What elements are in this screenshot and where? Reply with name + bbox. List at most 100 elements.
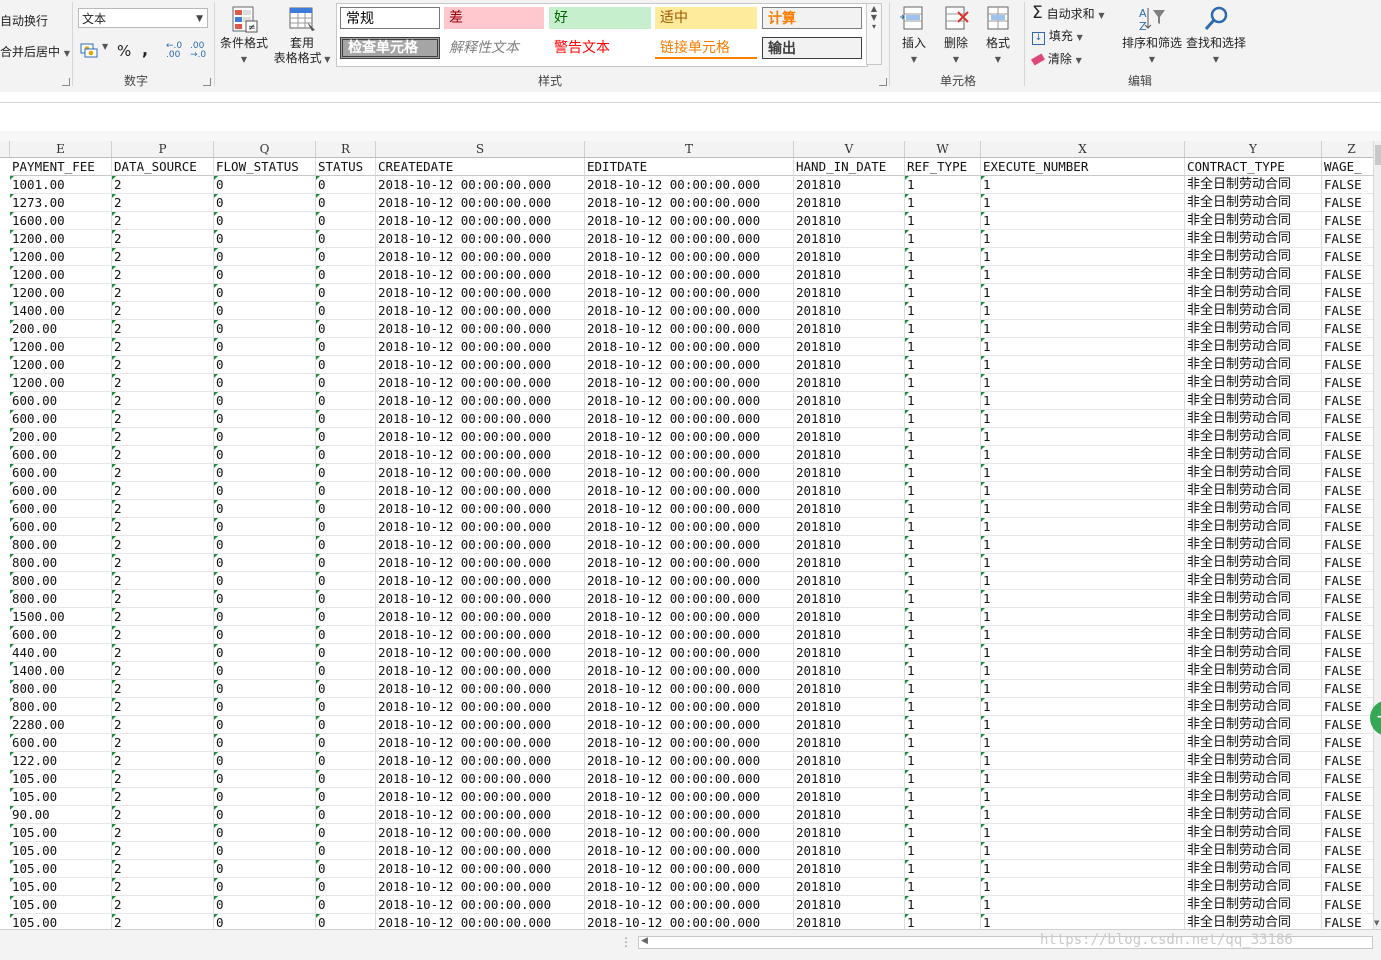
error-indicator-icon[interactable]	[905, 554, 909, 558]
cell-execute-number[interactable]: 1	[981, 716, 1185, 734]
cell-createdate[interactable]: 2018-10-12 00:00:00.000	[376, 482, 585, 500]
cell-flow-status[interactable]: 0	[214, 914, 316, 929]
cell-status[interactable]: 0	[316, 212, 376, 230]
cell-data-source[interactable]: 2	[112, 284, 214, 302]
merge-center-button[interactable]: 合并后居中 ▼	[0, 43, 70, 60]
cell-createdate[interactable]: 2018-10-12 00:00:00.000	[376, 356, 585, 374]
error-indicator-icon[interactable]	[10, 428, 14, 432]
error-indicator-icon[interactable]	[905, 896, 909, 900]
column-header-X[interactable]: X	[981, 141, 1185, 157]
cell-status[interactable]: 0	[316, 788, 376, 806]
cell-ref-type[interactable]: 1	[905, 896, 981, 914]
error-indicator-icon[interactable]	[981, 806, 985, 810]
header-cell-status[interactable]: STATUS	[316, 158, 376, 176]
cell-hand-in-date[interactable]: 201810	[794, 446, 905, 464]
error-indicator-icon[interactable]	[214, 860, 218, 864]
error-indicator-icon[interactable]	[214, 608, 218, 612]
cell-status[interactable]: 0	[316, 536, 376, 554]
cell-payment-fee[interactable]: 600.00	[10, 464, 112, 482]
cell-ref-type[interactable]: 1	[905, 356, 981, 374]
cell-contract-type[interactable]: 非全日制劳动合同	[1185, 770, 1322, 788]
cell-contract-type[interactable]: 非全日制劳动合同	[1185, 572, 1322, 590]
error-indicator-icon[interactable]	[214, 176, 218, 180]
cell-wage[interactable]: FALSE	[1322, 374, 1373, 392]
cell-wage[interactable]: FALSE	[1322, 824, 1373, 842]
cell-contract-type[interactable]: 非全日制劳动合同	[1185, 338, 1322, 356]
cell-payment-fee[interactable]: 800.00	[10, 554, 112, 572]
find-select-button[interactable]: 查找和选择 ▼	[1184, 4, 1248, 67]
error-indicator-icon[interactable]	[905, 824, 909, 828]
error-indicator-icon[interactable]	[905, 302, 909, 306]
error-indicator-icon[interactable]	[10, 734, 14, 738]
cell-contract-type[interactable]: 非全日制劳动合同	[1185, 248, 1322, 266]
cell-flow-status[interactable]: 0	[214, 320, 316, 338]
cell-ref-type[interactable]: 1	[905, 680, 981, 698]
cell-flow-status[interactable]: 0	[214, 770, 316, 788]
cell-data-source[interactable]: 2	[112, 500, 214, 518]
cell-ref-type[interactable]: 1	[905, 248, 981, 266]
error-indicator-icon[interactable]	[981, 608, 985, 612]
error-indicator-icon[interactable]	[10, 230, 14, 234]
error-indicator-icon[interactable]	[214, 806, 218, 810]
error-indicator-icon[interactable]	[981, 374, 985, 378]
sort-filter-button[interactable]: AZ 排序和筛选 ▼	[1120, 4, 1184, 67]
error-indicator-icon[interactable]	[112, 698, 116, 702]
cell-contract-type[interactable]: 非全日制劳动合同	[1185, 392, 1322, 410]
cell-wage[interactable]: FALSE	[1322, 662, 1373, 680]
cell-hand-in-date[interactable]: 201810	[794, 500, 905, 518]
cell-payment-fee[interactable]: 600.00	[10, 734, 112, 752]
error-indicator-icon[interactable]	[316, 572, 320, 576]
error-indicator-icon[interactable]	[981, 230, 985, 234]
vertical-scrollbar[interactable]: ▼	[1373, 141, 1381, 929]
error-indicator-icon[interactable]	[981, 212, 985, 216]
error-indicator-icon[interactable]	[316, 590, 320, 594]
cell-data-source[interactable]: 2	[112, 860, 214, 878]
error-indicator-icon[interactable]	[316, 536, 320, 540]
error-indicator-icon[interactable]	[316, 860, 320, 864]
error-indicator-icon[interactable]	[214, 554, 218, 558]
error-indicator-icon[interactable]	[981, 194, 985, 198]
error-indicator-icon[interactable]	[981, 446, 985, 450]
error-indicator-icon[interactable]	[10, 788, 14, 792]
error-indicator-icon[interactable]	[214, 338, 218, 342]
cell-createdate[interactable]: 2018-10-12 00:00:00.000	[376, 860, 585, 878]
cell-data-source[interactable]: 2	[112, 842, 214, 860]
cell-ref-type[interactable]: 1	[905, 662, 981, 680]
cell-data-source[interactable]: 2	[112, 806, 214, 824]
cell-status[interactable]: 0	[316, 302, 376, 320]
cell-ref-type[interactable]: 1	[905, 608, 981, 626]
cell-hand-in-date[interactable]: 201810	[794, 338, 905, 356]
cell-data-source[interactable]: 2	[112, 698, 214, 716]
cell-payment-fee[interactable]: 105.00	[10, 770, 112, 788]
cell-hand-in-date[interactable]: 201810	[794, 860, 905, 878]
error-indicator-icon[interactable]	[112, 266, 116, 270]
cell-data-source[interactable]: 2	[112, 194, 214, 212]
error-indicator-icon[interactable]	[316, 896, 320, 900]
cell-contract-type[interactable]: 非全日制劳动合同	[1185, 878, 1322, 896]
error-indicator-icon[interactable]	[112, 176, 116, 180]
cell-status[interactable]: 0	[316, 734, 376, 752]
cell-status[interactable]: 0	[316, 698, 376, 716]
error-indicator-icon[interactable]	[112, 626, 116, 630]
cell-flow-status[interactable]: 0	[214, 608, 316, 626]
error-indicator-icon[interactable]	[10, 806, 14, 810]
error-indicator-icon[interactable]	[316, 914, 320, 918]
cell-editdate[interactable]: 2018-10-12 00:00:00.000	[585, 446, 794, 464]
cell-flow-status[interactable]: 0	[214, 662, 316, 680]
cell-status[interactable]: 0	[316, 608, 376, 626]
cell-ref-type[interactable]: 1	[905, 212, 981, 230]
error-indicator-icon[interactable]	[112, 788, 116, 792]
error-indicator-icon[interactable]	[214, 356, 218, 360]
cell-flow-status[interactable]: 0	[214, 176, 316, 194]
cell-createdate[interactable]: 2018-10-12 00:00:00.000	[376, 788, 585, 806]
cell-editdate[interactable]: 2018-10-12 00:00:00.000	[585, 770, 794, 788]
error-indicator-icon[interactable]	[981, 914, 985, 918]
cell-ref-type[interactable]: 1	[905, 428, 981, 446]
gallery-scroll[interactable]: ▲ ▼ ▾	[866, 3, 882, 65]
autosum-button[interactable]: Σ 自动求和 ▼	[1032, 3, 1105, 23]
error-indicator-icon[interactable]	[10, 500, 14, 504]
error-indicator-icon[interactable]	[10, 824, 14, 828]
cell-wage[interactable]: FALSE	[1322, 914, 1373, 929]
error-indicator-icon[interactable]	[905, 284, 909, 288]
error-indicator-icon[interactable]	[905, 662, 909, 666]
